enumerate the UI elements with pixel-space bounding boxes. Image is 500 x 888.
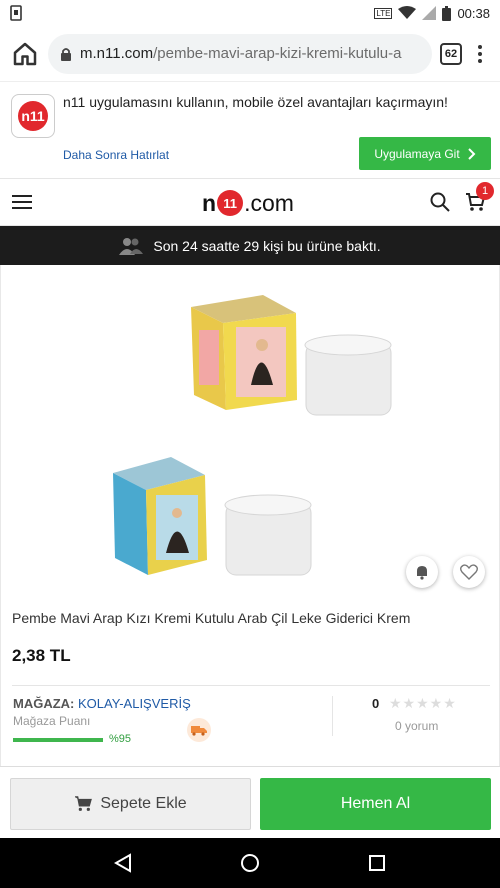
go-to-app-label: Uygulamaya Git bbox=[374, 146, 460, 161]
site-header: n 11 .com bbox=[0, 180, 500, 226]
n11-logo[interactable]: n 11 .com bbox=[202, 186, 294, 220]
battery-icon bbox=[442, 5, 452, 21]
app-logo: n11 bbox=[11, 94, 55, 138]
chevron-right-icon bbox=[467, 147, 476, 160]
store-score-percent: %95 bbox=[109, 733, 132, 745]
add-to-cart-button[interactable]: Sepete Ekle bbox=[10, 778, 251, 830]
cart-icon bbox=[75, 796, 93, 811]
wifi-icon bbox=[398, 6, 417, 19]
bell-icon bbox=[417, 566, 427, 580]
remind-later-link[interactable]: Daha Sonra Hatırlat bbox=[63, 148, 169, 162]
favorite-button[interactable] bbox=[453, 556, 485, 588]
logo-n: n bbox=[202, 189, 217, 216]
volte-icon: LTE bbox=[374, 7, 393, 19]
store-score-bar bbox=[13, 738, 103, 742]
go-to-app-button[interactable]: Uygulamaya Git bbox=[359, 137, 491, 170]
purchase-actions: Sepete Ekle Hemen Al bbox=[0, 766, 500, 838]
tab-switcher-button[interactable]: 62 bbox=[440, 42, 462, 65]
heart-icon bbox=[460, 564, 478, 580]
viewers-banner: Son 24 saatte 29 kişi bu ürüne baktı. bbox=[0, 226, 500, 265]
divider bbox=[332, 696, 333, 736]
viewers-text: Son 24 saatte 29 kişi bu ürüne baktı. bbox=[153, 237, 381, 254]
users-icon bbox=[119, 237, 144, 255]
promo-message: n11 uygulamasını kullanın, mobile özel a… bbox=[63, 94, 448, 110]
reviews-link[interactable]: 0 yorum bbox=[395, 719, 438, 733]
product-price: 2,38 TL bbox=[12, 646, 71, 665]
url-path: /pembe-mavi-arap-kizi-kremi-kutulu-a bbox=[153, 45, 402, 62]
store-info: MAĞAZA: KOLAY-ALIŞVERİŞ Mağaza Puanı %95… bbox=[12, 685, 490, 770]
signal-icon bbox=[422, 6, 437, 20]
url-domain: m.n11.com bbox=[80, 45, 154, 62]
sim-icon bbox=[10, 5, 22, 21]
back-icon[interactable] bbox=[114, 853, 132, 873]
app-logo-text: n11 bbox=[21, 108, 45, 124]
browser-toolbar: m.n11.com/pembe-mavi-arap-kizi-kremi-kut… bbox=[0, 26, 500, 82]
product-image[interactable] bbox=[91, 285, 411, 585]
hamburger-menu-icon[interactable] bbox=[12, 195, 32, 209]
product-title: Pembe Mavi Arap Kızı Kremi Kutulu Arab Ç… bbox=[12, 610, 411, 626]
logo-dotcom: .com bbox=[244, 189, 294, 216]
home-nav-icon[interactable] bbox=[240, 853, 260, 873]
android-nav-bar bbox=[0, 838, 500, 888]
buy-now-label: Hemen Al bbox=[340, 795, 411, 812]
store-label-row: MAĞAZA: KOLAY-ALIŞVERİŞ bbox=[13, 696, 191, 711]
status-time: 00:38 bbox=[457, 5, 490, 21]
ladybug-logo-icon: n11 bbox=[18, 101, 48, 131]
rating-stars[interactable]: ★★★★★ bbox=[389, 695, 457, 712]
cart-count-badge: 1 bbox=[476, 182, 494, 200]
buy-now-button[interactable]: Hemen Al bbox=[260, 778, 491, 830]
store-label: MAĞAZA: bbox=[13, 696, 75, 711]
notify-button[interactable] bbox=[406, 556, 438, 588]
status-bar: LTE 00:38 bbox=[0, 0, 500, 26]
fast-shipping-icon bbox=[187, 718, 211, 742]
more-menu-icon[interactable] bbox=[470, 42, 490, 66]
home-icon[interactable] bbox=[10, 39, 40, 69]
rating-value: 0 bbox=[372, 696, 380, 711]
url-bar[interactable]: m.n11.com/pembe-mavi-arap-kizi-kremi-kut… bbox=[48, 33, 432, 74]
product-section: Pembe Mavi Arap Kızı Kremi Kutulu Arab Ç… bbox=[0, 265, 500, 780]
lock-icon bbox=[61, 47, 71, 61]
add-to-cart-label: Sepete Ekle bbox=[100, 795, 187, 812]
store-score-label: Mağaza Puanı bbox=[13, 714, 91, 728]
recents-icon[interactable] bbox=[368, 854, 386, 872]
search-icon[interactable] bbox=[430, 192, 450, 212]
store-name-link[interactable]: KOLAY-ALIŞVERİŞ bbox=[78, 696, 191, 711]
logo-ladybug: 11 bbox=[217, 190, 244, 216]
